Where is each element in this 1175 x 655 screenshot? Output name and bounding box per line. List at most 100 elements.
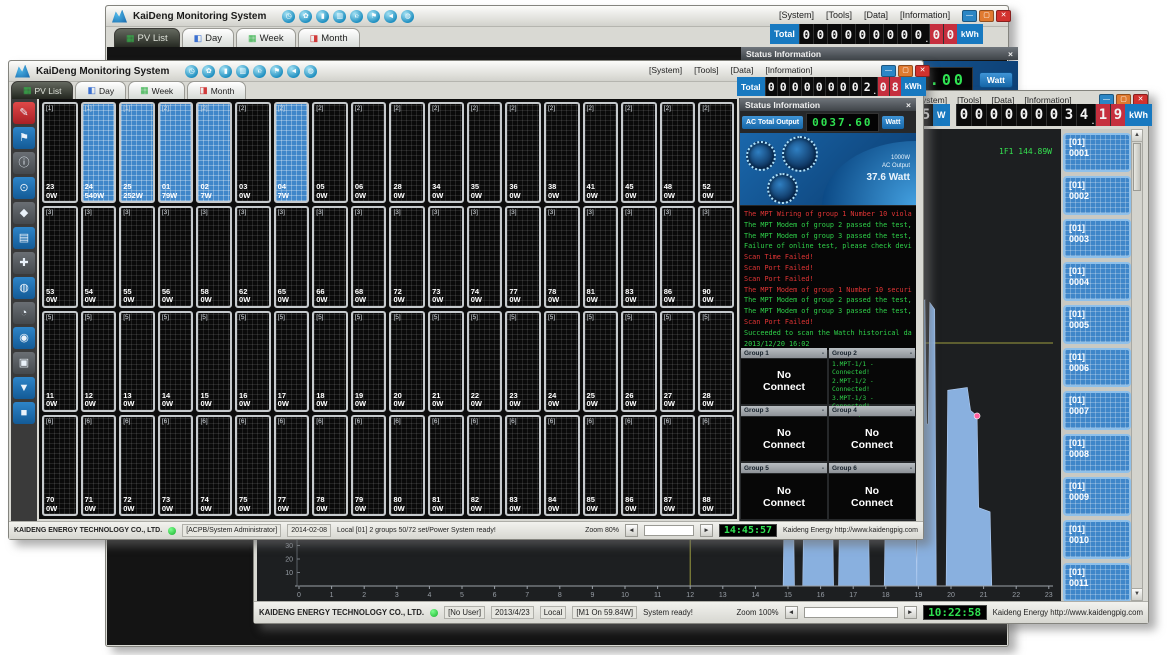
collapse-icon[interactable]: -: [822, 407, 824, 414]
maximize-button[interactable]: ▢: [979, 10, 994, 22]
device-item[interactable]: [01]0007: [1063, 391, 1131, 430]
back-icon[interactable]: ◄: [287, 65, 300, 78]
close-icon[interactable]: ×: [1008, 49, 1013, 59]
device-item[interactable]: [01]0006: [1063, 348, 1131, 387]
group-header[interactable]: Group 3-: [741, 406, 827, 416]
scroll-thumb[interactable]: [1133, 143, 1141, 191]
clock-icon[interactable]: ◷: [185, 65, 198, 78]
pv-tile[interactable]: [6]840W: [544, 415, 580, 516]
device-item[interactable]: [01]0011: [1063, 563, 1131, 602]
pv-tile[interactable]: [6]810W: [428, 415, 464, 516]
globe-button[interactable]: ◍: [13, 277, 35, 299]
pv-tile[interactable]: [5]160W: [235, 311, 271, 412]
pv-tile[interactable]: [3]560W: [158, 206, 194, 307]
edit-button[interactable]: ✎: [13, 102, 35, 124]
scroll-up-icon[interactable]: ▲: [1132, 130, 1142, 142]
pv-tile[interactable]: [3]620W: [235, 206, 271, 307]
collapse-icon[interactable]: -: [910, 350, 912, 357]
pv-tile[interactable]: [3]900W: [698, 206, 734, 307]
pv-tile[interactable]: [6]720W: [119, 415, 155, 516]
device-item[interactable]: [01]0004: [1063, 262, 1131, 301]
close-icon[interactable]: ×: [906, 100, 911, 110]
zoom-slider[interactable]: [804, 607, 898, 618]
pv-tile[interactable]: [3]660W: [312, 206, 348, 307]
pv-tile[interactable]: [3]530W: [42, 206, 78, 307]
pv-tile[interactable]: [2]350W: [467, 102, 503, 203]
device-item[interactable]: [01]0001: [1063, 133, 1131, 172]
device-item[interactable]: [01]0009: [1063, 477, 1131, 516]
pv-tile[interactable]: [5]240W: [544, 311, 580, 412]
export-icon[interactable]: ℮: [350, 10, 363, 23]
pin-icon[interactable]: ⚑: [367, 10, 380, 23]
pv-tile[interactable]: [5]130W: [119, 311, 155, 412]
pv-tile[interactable]: [2]280W: [389, 102, 425, 203]
pv-tile[interactable]: [6]880W: [698, 415, 734, 516]
gear-icon[interactable]: ✿: [299, 10, 312, 23]
pv-tile[interactable]: [2]030W: [235, 102, 271, 203]
report-button[interactable]: ▤: [13, 227, 35, 249]
panel-icon[interactable]: ▥: [236, 65, 249, 78]
pv-tile[interactable]: [3]780W: [544, 206, 580, 307]
scroll-down-icon[interactable]: ▼: [1132, 588, 1142, 600]
group-header[interactable]: Group 6-: [829, 463, 915, 473]
power-button[interactable]: ⊙: [13, 177, 35, 199]
maximize-button[interactable]: ▢: [898, 65, 913, 77]
pv-tile[interactable]: [3]740W: [467, 206, 503, 307]
pv-tile[interactable]: [5]110W: [42, 311, 78, 412]
pv-tile[interactable]: [3]860W: [660, 206, 696, 307]
pv-tile[interactable]: [5]140W: [158, 311, 194, 412]
pv-tile[interactable]: [6]740W: [196, 415, 232, 516]
pv-tile[interactable]: [3]540W: [81, 206, 117, 307]
pv-tile[interactable]: [2]380W: [544, 102, 580, 203]
pv-tile[interactable]: [5]210W: [428, 311, 464, 412]
pv-tile[interactable]: [5]230W: [505, 311, 541, 412]
pv-tile[interactable]: [3]720W: [389, 206, 425, 307]
group-header[interactable]: Group 5-: [741, 463, 827, 473]
menu-tools[interactable]: [Tools]: [694, 65, 719, 75]
menu-system[interactable]: [System]: [649, 65, 682, 75]
device-item[interactable]: [01]0010: [1063, 520, 1131, 559]
pv-tile[interactable]: [6]700W: [42, 415, 78, 516]
disk-button[interactable]: ■: [13, 402, 35, 424]
pv-tile[interactable]: [5]270W: [660, 311, 696, 412]
pv-tile[interactable]: [6]830W: [505, 415, 541, 516]
pv-tile[interactable]: [2]050W: [312, 102, 348, 203]
pv-tile[interactable]: [6]730W: [158, 415, 194, 516]
pv-tile[interactable]: [2]047W: [274, 102, 310, 203]
pv-tile[interactable]: [1]25252W: [119, 102, 155, 203]
info-button[interactable]: ⓘ: [13, 152, 35, 174]
watt-unit-button[interactable]: Watt: [979, 72, 1013, 88]
tab-month[interactable]: ◨Month: [187, 81, 246, 99]
scroll-track[interactable]: [1132, 192, 1142, 588]
pv-tile[interactable]: [2]450W: [621, 102, 657, 203]
collapse-icon[interactable]: -: [822, 350, 824, 357]
pv-tile[interactable]: [5]170W: [274, 311, 310, 412]
gear-icon[interactable]: ✿: [202, 65, 215, 78]
group-header[interactable]: Group 2-: [829, 348, 915, 358]
pin-icon[interactable]: ⚑: [270, 65, 283, 78]
pv-tile[interactable]: [2]340W: [428, 102, 464, 203]
device-item[interactable]: [01]0008: [1063, 434, 1131, 473]
pv-tile[interactable]: [3]650W: [274, 206, 310, 307]
minimize-button[interactable]: —: [962, 10, 977, 22]
pv-tile[interactable]: [3]830W: [621, 206, 657, 307]
menu-data[interactable]: [Data]: [864, 10, 888, 20]
device-item[interactable]: [01]0002: [1063, 176, 1131, 215]
minimize-button[interactable]: —: [881, 65, 896, 77]
pv-tile[interactable]: [2]480W: [660, 102, 696, 203]
vendor-url[interactable]: Kaideng Energy http://www.kaidengpig.com: [993, 608, 1143, 617]
web-icon[interactable]: ◍: [401, 10, 414, 23]
pv-tile[interactable]: [5]190W: [351, 311, 387, 412]
menu-data[interactable]: [Data]: [731, 65, 754, 75]
collapse-icon[interactable]: -: [822, 465, 824, 472]
pv-tile[interactable]: [2]027W: [196, 102, 232, 203]
pv-tile[interactable]: [5]220W: [467, 311, 503, 412]
pv-tile[interactable]: [6]850W: [583, 415, 619, 516]
pv-tile[interactable]: [5]250W: [583, 311, 619, 412]
ac-output-button[interactable]: AC Total Output: [742, 116, 803, 129]
tab-pv-list[interactable]: ▦PV List: [11, 81, 73, 99]
pv-tile[interactable]: [2]360W: [505, 102, 541, 203]
pv-tile[interactable]: [6]750W: [235, 415, 271, 516]
pv-tile[interactable]: [3]550W: [119, 206, 155, 307]
lock-icon[interactable]: ▮: [316, 10, 329, 23]
